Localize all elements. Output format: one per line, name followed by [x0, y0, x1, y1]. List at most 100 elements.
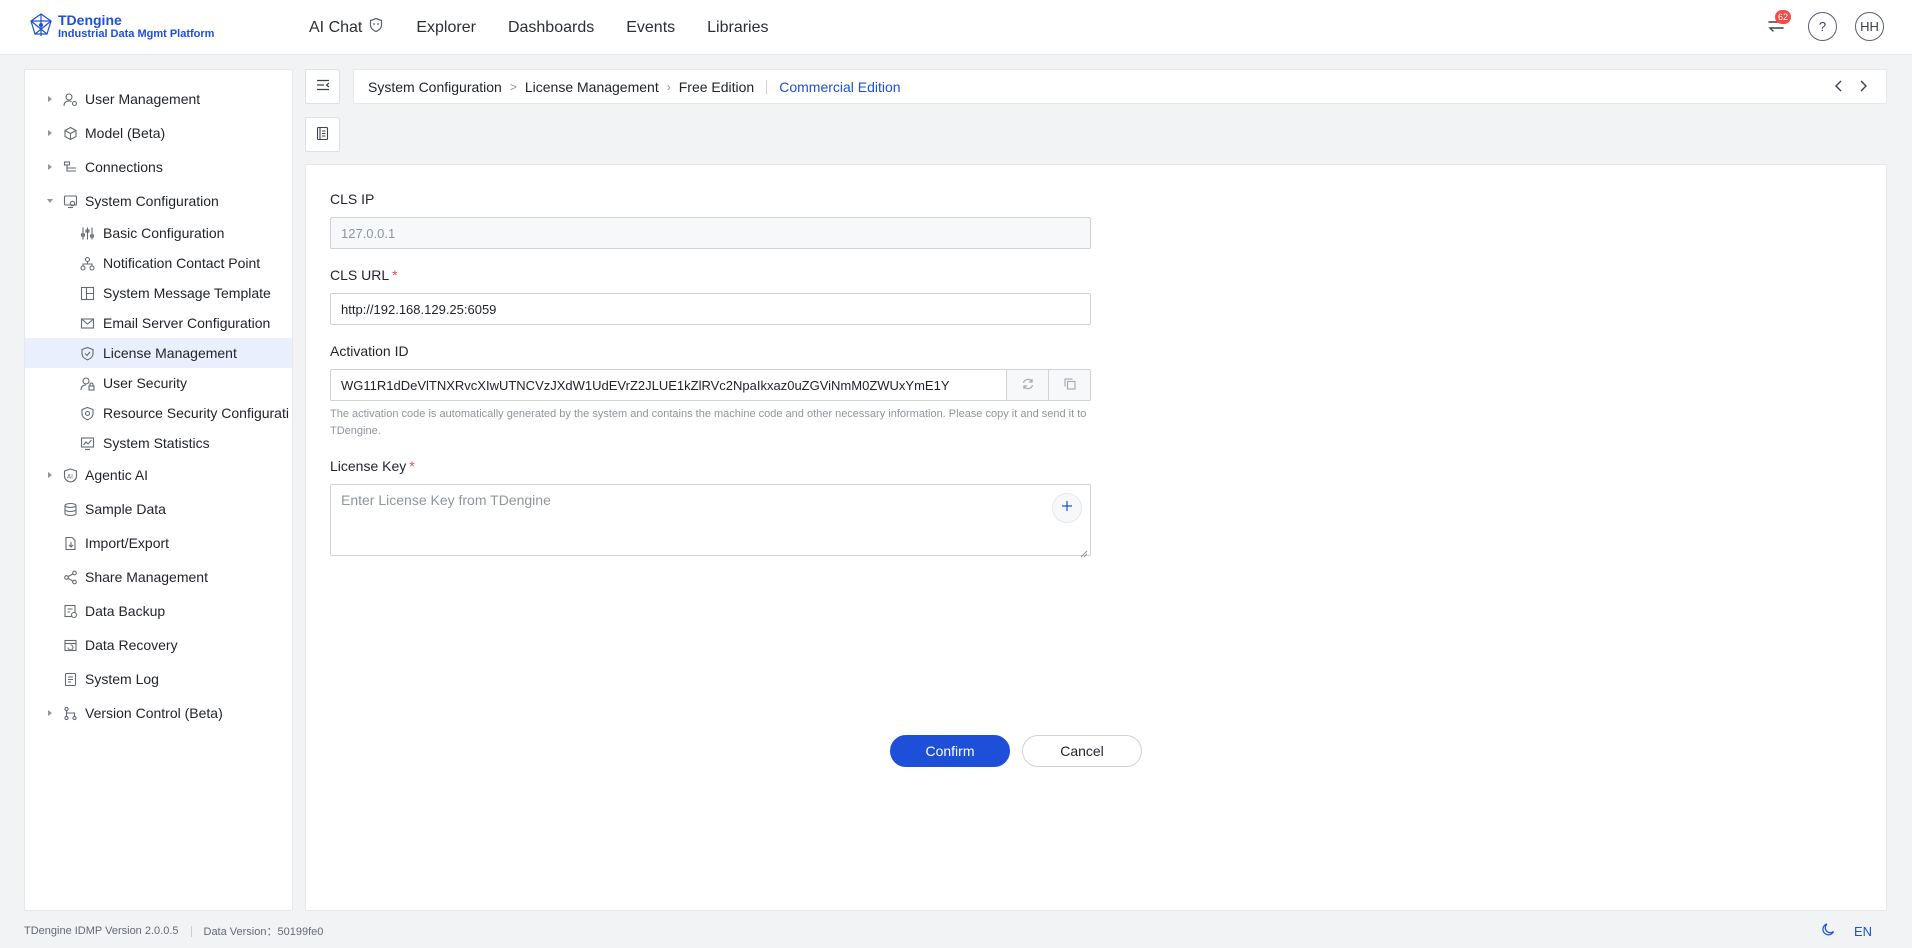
sidebar-item-system-configuration[interactable]: System Configuration — [25, 184, 292, 218]
log-icon — [63, 672, 78, 687]
license-key-label: License Key * — [330, 456, 1091, 476]
sidebar-item-data-recovery[interactable]: Data Recovery — [25, 628, 292, 662]
activation-id-value[interactable]: WG11R1dDeVlTNXRvcXIwUTNCVzJXdW1UdEVrZ2JL… — [331, 370, 1006, 400]
cls-url-label-text: CLS URL — [330, 267, 390, 283]
sidebar-item-model[interactable]: Model (Beta) — [25, 116, 292, 150]
svg-text:AI: AI — [67, 474, 73, 481]
sidebar-item-data-backup[interactable]: Data Backup — [25, 594, 292, 628]
share-icon — [63, 570, 78, 585]
sidebar-item-user-management[interactable]: User Management — [25, 82, 292, 116]
add-license-file-button[interactable] — [1052, 493, 1082, 523]
nav-ai-chat[interactable]: AI Chat — [309, 17, 384, 38]
nav-libraries[interactable]: Libraries — [707, 19, 768, 37]
sidebar-item-notification-contact-point[interactable]: Notification Contact Point — [25, 248, 292, 278]
sidebar-item-version-control[interactable]: Version Control (Beta) — [25, 696, 292, 730]
cls-ip-label: CLS IP — [330, 191, 375, 207]
document-button[interactable] — [305, 117, 340, 152]
recovery-icon — [63, 638, 78, 653]
refresh-activation-button[interactable] — [1006, 370, 1048, 400]
chevron-left-icon[interactable] — [1832, 79, 1846, 96]
license-key-label-text: License Key — [330, 458, 407, 474]
cls-url-input[interactable]: http://192.168.129.25:6059 — [330, 293, 1091, 325]
nav-item-label: AI Chat — [309, 18, 363, 36]
ai-shield-icon: AI — [63, 468, 78, 483]
form-actions: Confirm Cancel — [890, 735, 1142, 767]
breadcrumb-item-current[interactable]: Commercial Edition — [779, 79, 900, 95]
sidebar-item-share-management[interactable]: Share Management — [25, 560, 292, 594]
menu-collapse-icon — [315, 77, 331, 96]
sidebar-item-agentic-ai[interactable]: AI Agentic AI — [25, 458, 292, 492]
chevron-right-icon: › — [666, 79, 671, 94]
caret-right-icon[interactable] — [45, 708, 55, 718]
caret-right-icon[interactable] — [45, 94, 55, 104]
sidebar-item-connections[interactable]: Connections — [25, 150, 292, 184]
sidebar-item-user-security[interactable]: User Security — [25, 368, 292, 398]
brand-subtitle: Industrial Data Mgmt Platform — [58, 27, 215, 40]
refresh-icon — [1021, 377, 1035, 394]
confirm-button[interactable]: Confirm — [890, 735, 1010, 767]
nav-events[interactable]: Events — [626, 19, 675, 37]
user-gear-icon — [63, 92, 78, 107]
resize-handle-icon[interactable] — [1080, 545, 1088, 558]
sidebar-item-label: Sample Data — [85, 501, 166, 517]
collapse-sidebar-button[interactable] — [305, 69, 340, 104]
notification-badge: 62 — [1775, 10, 1792, 24]
database-icon — [63, 502, 78, 517]
caret-right-icon[interactable] — [45, 470, 55, 480]
nav-dashboards[interactable]: Dashboards — [508, 19, 594, 37]
sidebar-item-license-management[interactable]: License Management — [25, 338, 292, 368]
cls-url-label: CLS URL * — [330, 265, 1091, 285]
brand-logo[interactable]: TDengine Industrial Data Mgmt Platform — [28, 12, 214, 41]
chevron-right-icon: > — [509, 79, 517, 94]
caret-right-icon[interactable] — [45, 128, 55, 138]
sliders-icon — [80, 226, 95, 241]
license-key-field: License Key * Enter License Key from TDen… — [330, 456, 1091, 558]
nav-item-label: Dashboards — [507, 18, 595, 36]
notifications-button[interactable]: 62 — [1761, 10, 1792, 41]
activation-id-field: Activation ID WG11R1dDeVlTNXRvcXIwUTNCVz… — [330, 341, 1091, 440]
copy-activation-button[interactable] — [1048, 370, 1090, 400]
breadcrumb-item[interactable]: System Configuration — [368, 79, 502, 95]
sidebar-item-label: User Management — [85, 91, 201, 107]
nav-item-label: Explorer — [416, 18, 476, 36]
caret-down-icon[interactable] — [45, 196, 55, 206]
plus-icon — [1061, 499, 1073, 517]
backup-icon — [63, 604, 78, 619]
sidebar-item-basic-configuration[interactable]: Basic Configuration — [25, 218, 292, 248]
sidebar-item-system-statistics[interactable]: System Statistics — [25, 428, 292, 458]
sidebar-item-system-log[interactable]: System Log — [25, 662, 292, 696]
sidebar-item-email-server-configuration[interactable]: Email Server Configuration — [25, 308, 292, 338]
required-mark: * — [392, 267, 398, 283]
activation-id-input-group: WG11R1dDeVlTNXRvcXIwUTNCVzJXdW1UdEVrZ2JL… — [330, 369, 1091, 401]
chevron-right-icon[interactable] — [1856, 79, 1870, 96]
language-switch[interactable]: EN — [1854, 924, 1872, 939]
nav-explorer[interactable]: Explorer — [416, 19, 476, 37]
sidebar-item-label: Data Recovery — [85, 637, 178, 653]
template-icon — [80, 286, 95, 301]
user-avatar[interactable]: HH — [1855, 12, 1884, 41]
nav-item-label: Libraries — [707, 18, 769, 36]
cls-ip-field: CLS IP 127.0.0.1 — [330, 189, 1091, 249]
cancel-button[interactable]: Cancel — [1022, 735, 1142, 767]
help-button[interactable]: ? — [1808, 12, 1837, 41]
dark-mode-moon-icon[interactable] — [1821, 922, 1836, 940]
license-form-panel: CLS IP 127.0.0.1 CLS URL * http://192.168… — [305, 164, 1887, 911]
sidebar-item-label: Connections — [85, 159, 163, 175]
sidebar-item-system-message-template[interactable]: System Message Template — [25, 278, 292, 308]
caret-right-icon[interactable] — [45, 162, 55, 172]
breadcrumb-item[interactable]: License Management — [525, 79, 659, 95]
license-key-textarea[interactable]: Enter License Key from TDengine — [330, 484, 1091, 558]
breadcrumb-item[interactable]: Free Edition — [679, 79, 754, 95]
sidebar-item-label: Version Control (Beta) — [85, 705, 223, 721]
tdengine-logo-icon — [28, 12, 54, 41]
sidebar-item-sample-data[interactable]: Sample Data — [25, 492, 292, 526]
app-version: TDengine IDMP Version 2.0.0.5 — [24, 925, 179, 937]
footer-divider — [190, 925, 192, 937]
sidebar-item-import-export[interactable]: Import/Export — [25, 526, 292, 560]
shield-gear-icon — [80, 406, 95, 421]
connections-icon — [63, 160, 78, 175]
sidebar-item-label: Share Management — [85, 569, 208, 585]
sidebar-item-resource-security-configuration[interactable]: Resource Security Configurati — [25, 398, 292, 428]
sidebar-item-label: System Message Template — [103, 285, 271, 301]
sidebar-item-label: Import/Export — [85, 535, 170, 551]
